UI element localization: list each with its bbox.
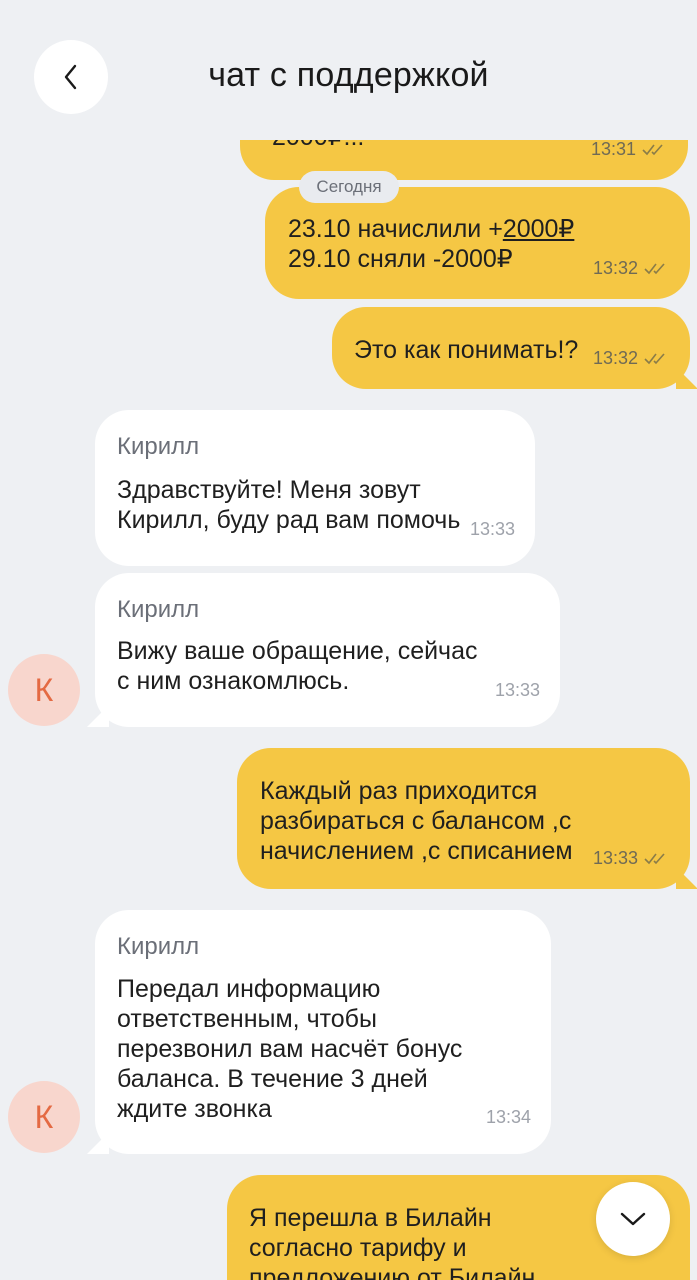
message-text: 23.10 начислили +2000₽ 29.10 сняли -2000… (288, 214, 574, 274)
sender-name: Кирилл (117, 433, 200, 460)
chevron-down-icon (620, 1212, 646, 1226)
message-text-line: 23.10 начислили + (288, 215, 503, 243)
page-title: чат с поддержкой (208, 56, 489, 94)
date-separator: Сегодня (299, 171, 399, 203)
message-text: Здравствуйте! Меня зовут Кирилл, буду ра… (117, 476, 461, 534)
double-check-icon (644, 353, 665, 365)
double-check-icon (642, 144, 663, 156)
avatar[interactable]: К (8, 1081, 80, 1153)
message-meta: 13:33 (470, 514, 515, 544)
message-meta: 13:32 (593, 253, 670, 283)
message-outgoing[interactable]: Каждый раз приходится разбираться с бала… (237, 748, 690, 889)
message-time: 13:33 (469, 519, 515, 539)
message-text: Вижу ваше обращение, сейчас с ним ознако… (117, 637, 478, 695)
scroll-down-button[interactable] (596, 1182, 670, 1256)
chat-screen: 2000₽... 13:31 Сегодня 23.10 начислили +… (0, 0, 697, 1280)
message-outgoing[interactable]: 23.10 начислили +2000₽ 29.10 сняли -2000… (265, 187, 690, 299)
message-meta: 13:34 (486, 1102, 531, 1132)
message-text: Я перешла в Билайн согласно тарифу и пре… (249, 1204, 536, 1280)
message-time: 13:32 (592, 348, 638, 368)
message-time: 13:34 (485, 1107, 531, 1127)
message-text-line: 29.10 сняли -2000₽ (288, 245, 513, 273)
sender-name: Кирилл (117, 933, 200, 960)
message-time: 13:32 (592, 258, 638, 278)
message-text: Это как понимать!? (354, 336, 579, 364)
double-check-icon (644, 263, 665, 275)
message-outgoing[interactable]: Это как понимать!? 13:32 (332, 307, 690, 389)
avatar[interactable]: К (8, 654, 80, 726)
message-incoming[interactable]: Кирилл Здравствуйте! Меня зовут Кирилл, … (95, 410, 535, 566)
chat-header: чат с поддержкой (0, 0, 697, 140)
message-time: 13:33 (494, 680, 540, 700)
sender-name: Кирилл (117, 596, 200, 623)
message-text: Каждый раз приходится разбираться с бала… (260, 777, 573, 865)
message-meta: 13:33 (495, 675, 540, 705)
message-meta: 13:33 (593, 843, 670, 873)
double-check-icon (644, 853, 665, 865)
message-meta: 13:32 (593, 343, 670, 373)
amount-link[interactable]: 2000₽ (503, 215, 575, 243)
message-time: 13:33 (592, 848, 638, 868)
message-incoming[interactable]: Кирилл Передал информацию ответственным,… (95, 910, 551, 1154)
message-text: Передал информацию ответственным, чтобы … (117, 975, 463, 1123)
message-incoming[interactable]: Кирилл Вижу ваше обращение, сейчас с ним… (95, 573, 560, 727)
